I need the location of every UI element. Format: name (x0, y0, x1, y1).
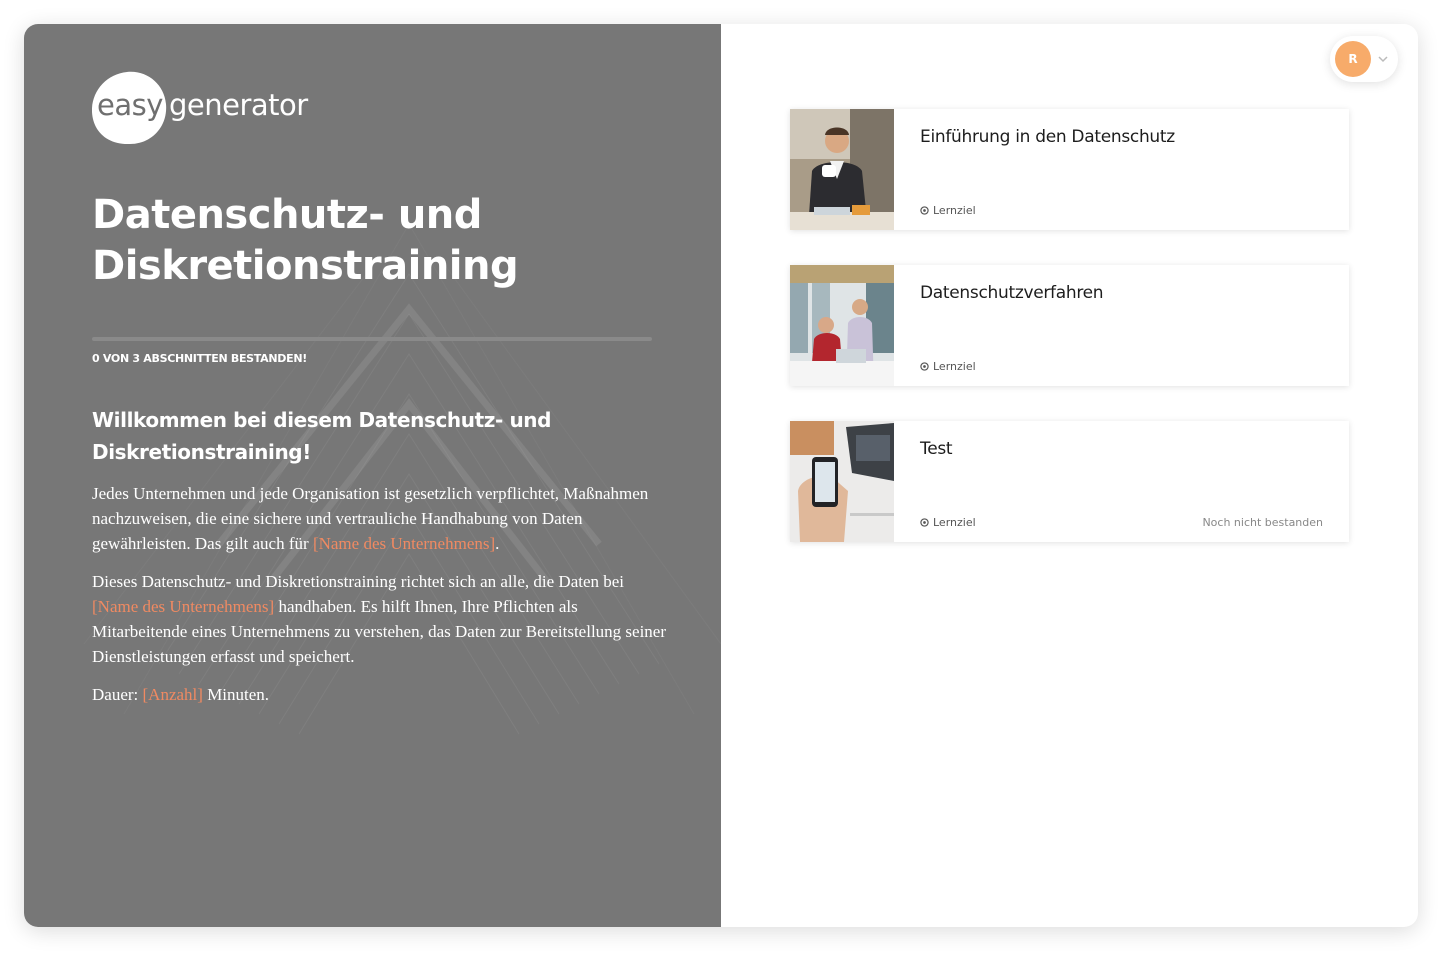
course-info-panel: easy generator Datenschutz- und Diskreti… (24, 24, 721, 927)
logo-word-easy: easy (97, 88, 163, 122)
intro-paragraph-2-start: Dieses Datenschutz- und Diskretionstrain… (92, 572, 625, 591)
duration-paragraph: Dauer: [Anzahl] Minuten. (92, 682, 667, 707)
course-title-line-1: Datenschutz- und (92, 192, 482, 238)
logo-word-generator: generator (169, 88, 308, 122)
section-image-office-meeting (790, 265, 894, 386)
section-title: Einführung in den Datenschutz (920, 127, 1175, 147)
duration-placeholder: [Anzahl] (142, 685, 203, 704)
chevron-down-icon (1378, 56, 1388, 63)
section-card-2[interactable]: Datenschutzverfahren Lernziel (790, 265, 1349, 386)
progress-bar (92, 337, 652, 341)
learning-objective-label: Lernziel (933, 360, 976, 373)
section-card-3[interactable]: Test Lernziel Noch nicht bestanden (790, 421, 1349, 542)
progress-label: 0 VON 3 ABSCHNITTEN BESTANDEN! (92, 352, 307, 365)
user-menu-button[interactable]: R (1330, 36, 1398, 82)
learning-objective: Lernziel (920, 360, 976, 373)
section-title: Test (920, 439, 953, 459)
learning-objective-label: Lernziel (933, 204, 976, 217)
learning-objective: Lernziel (920, 516, 976, 529)
section-title: Datenschutzverfahren (920, 283, 1104, 303)
section-status: Noch nicht bestanden (1202, 516, 1323, 529)
target-icon (920, 362, 929, 371)
learning-objective: Lernziel (920, 204, 976, 217)
company-name-placeholder: [Name des Unternehmens] (92, 597, 275, 616)
intro-paragraph-1: Jedes Unternehmen und jede Organisation … (92, 481, 667, 556)
avatar: R (1335, 41, 1371, 77)
app-window: easy generator Datenschutz- und Diskreti… (24, 24, 1418, 927)
section-image-businessman (790, 109, 894, 230)
target-icon (920, 206, 929, 215)
target-icon (920, 518, 929, 527)
intro-paragraph-1-end: . (495, 534, 500, 553)
section-image-smartphone (790, 421, 894, 542)
course-title: Datenschutz- und Diskretionstraining (92, 190, 652, 292)
duration-label: Dauer: (92, 685, 143, 704)
company-name-placeholder: [Name des Unternehmens] (312, 534, 496, 553)
section-card-1[interactable]: Einführung in den Datenschutz Lernziel (790, 109, 1349, 230)
welcome-heading: Willkommen bei diesem Datenschutz- und D… (92, 404, 652, 468)
duration-unit: Minuten. (202, 685, 270, 704)
background-pattern (83, 223, 721, 735)
learning-objective-label: Lernziel (933, 516, 976, 529)
easygenerator-logo: easy generator (92, 70, 332, 146)
welcome-heading-line-2: Diskretionstraining! (92, 440, 311, 464)
welcome-heading-line-1: Willkommen bei diesem Datenschutz- und (92, 408, 552, 432)
course-title-line-2: Diskretionstraining (92, 243, 519, 289)
intro-paragraph-2: Dieses Datenschutz- und Diskretionstrain… (92, 569, 667, 669)
